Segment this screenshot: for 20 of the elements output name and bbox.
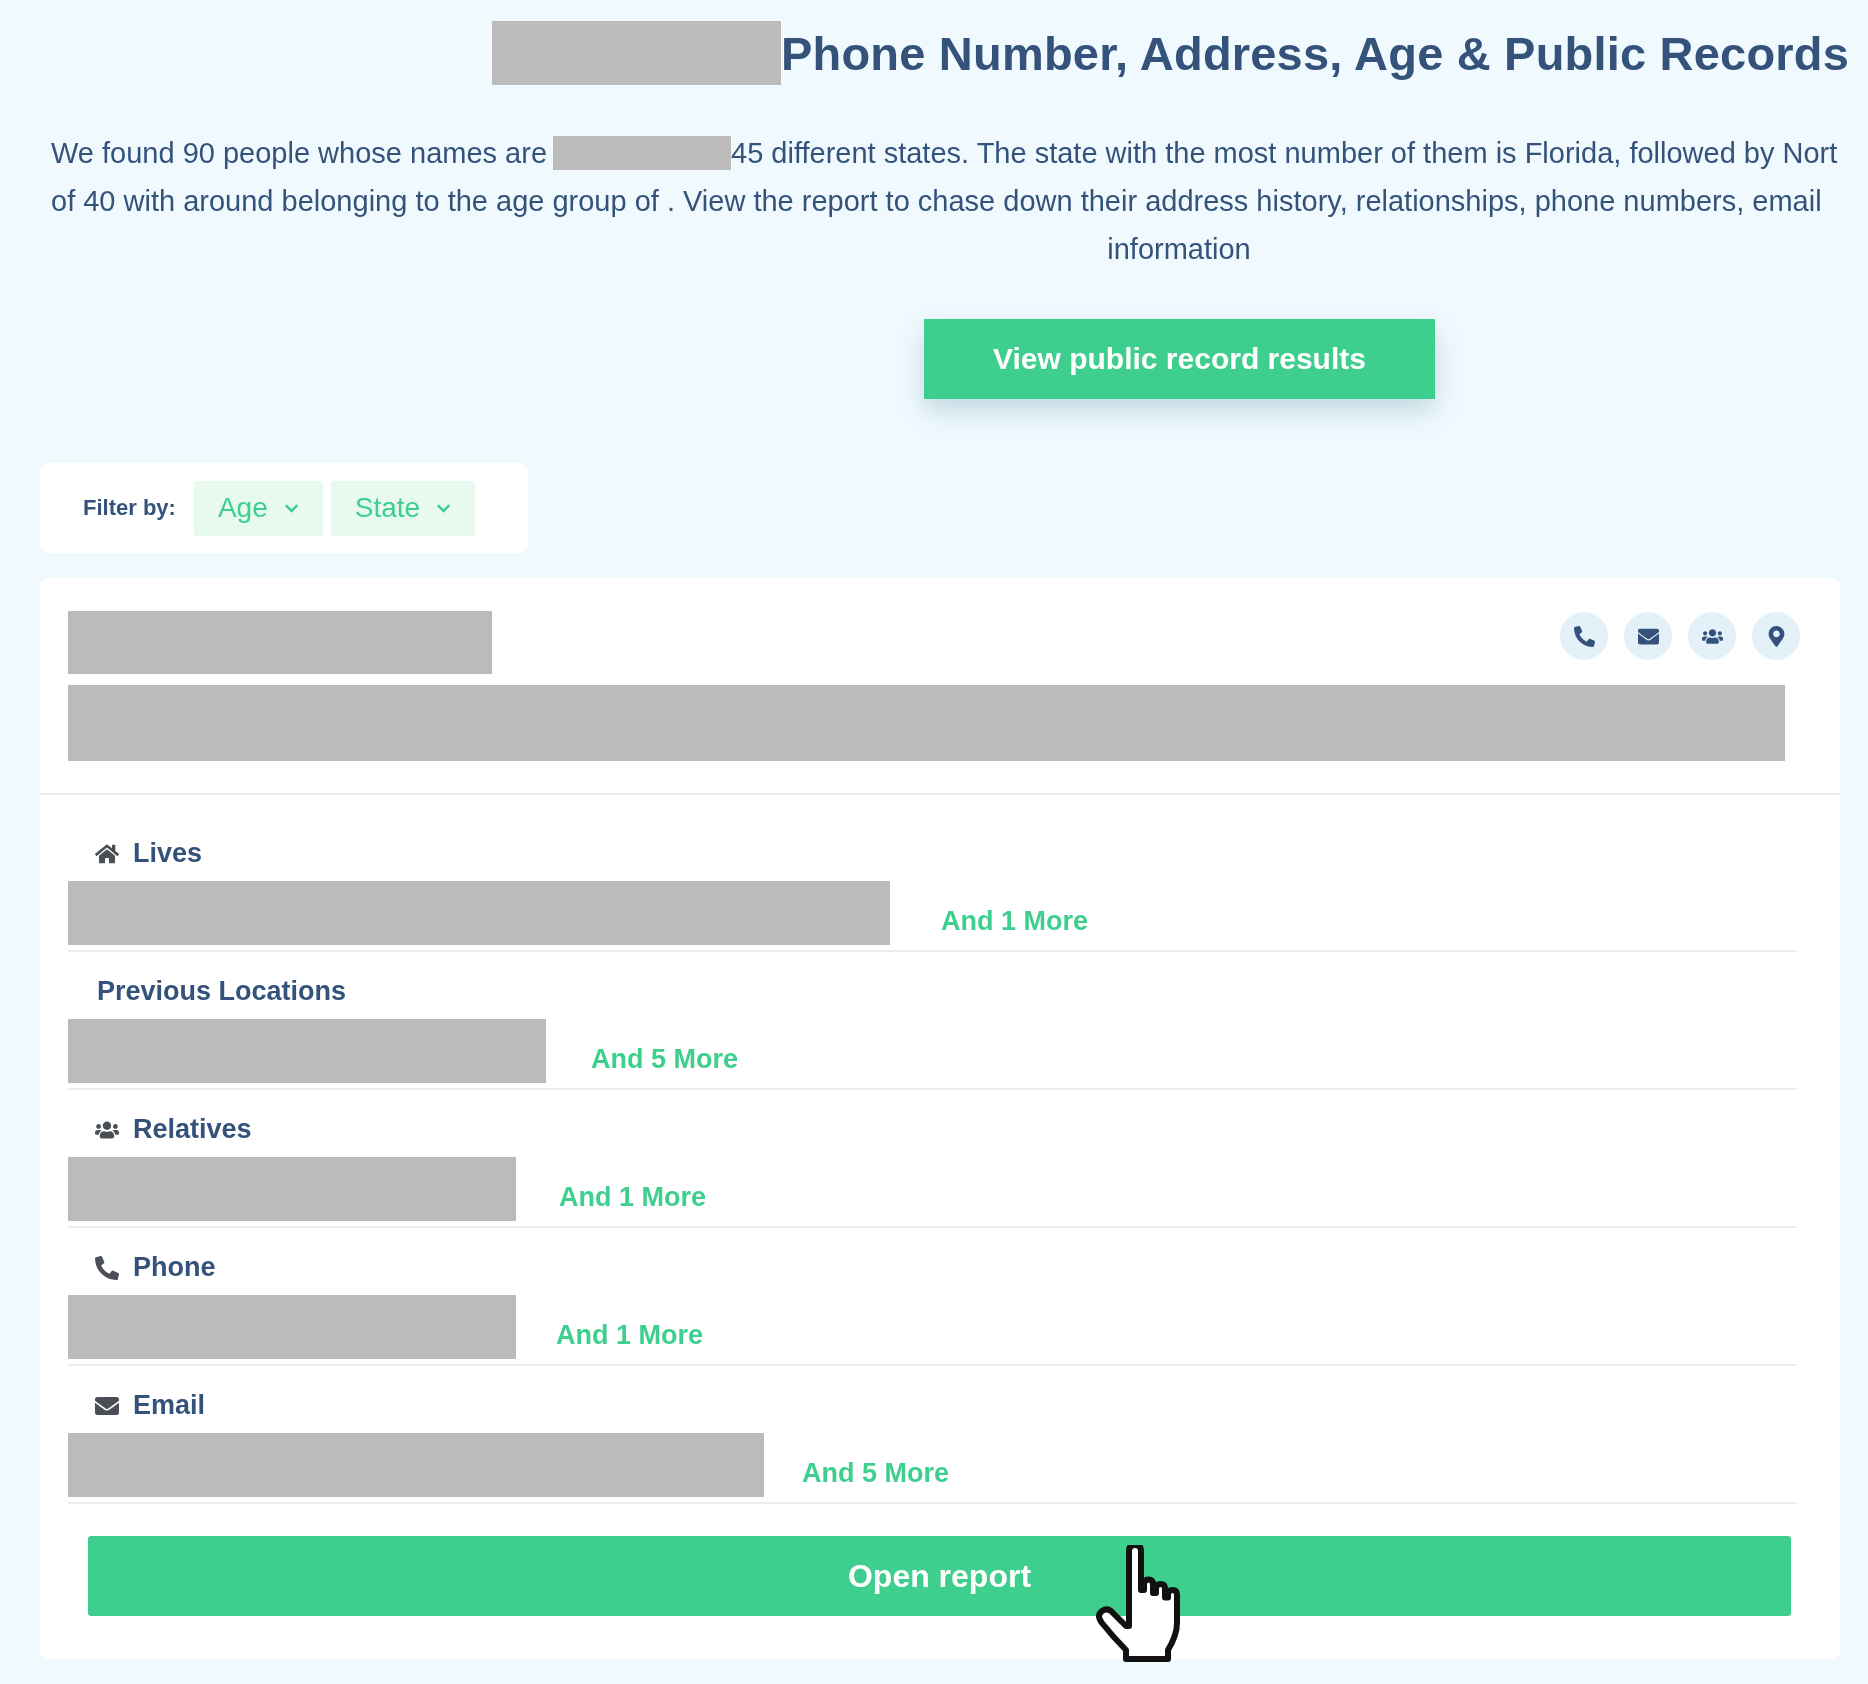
more-link[interactable]: And 5 More: [802, 1441, 949, 1489]
filter-label: Filter by:: [83, 495, 176, 521]
filter-dropdown[interactable]: Age: [193, 480, 323, 536]
summary-text: of 40 with around belonging to the age group of . View the report to chase down their address history, relationships, phone numbers, email: [51, 184, 1822, 218]
more-link[interactable]: And 1 More: [559, 1165, 706, 1213]
section-label: Lives: [133, 838, 203, 869]
section-label: Previous Locations: [97, 976, 347, 1007]
more-link[interactable]: And 1 More: [556, 1303, 703, 1351]
filter-dropdown[interactable]: State: [330, 480, 476, 536]
section-label: Relatives: [133, 1114, 252, 1145]
summary-text: information: [1107, 232, 1251, 266]
section-label: Email: [133, 1390, 206, 1421]
page-title: Phone Number, Address, Age & Public Records: [781, 25, 1850, 81]
open-report-button[interactable]: Open report: [88, 1536, 1791, 1616]
section-label: Phone: [133, 1252, 216, 1283]
view-results-button[interactable]: View public record results: [924, 319, 1435, 399]
summary-text: We found 90 people whose names are: [51, 136, 548, 170]
more-link[interactable]: And 1 More: [941, 889, 1088, 937]
summary-text: 45 different states. The state with the most number of them is Florida, followed by Nort: [731, 136, 1838, 170]
more-link[interactable]: And 5 More: [591, 1027, 738, 1075]
